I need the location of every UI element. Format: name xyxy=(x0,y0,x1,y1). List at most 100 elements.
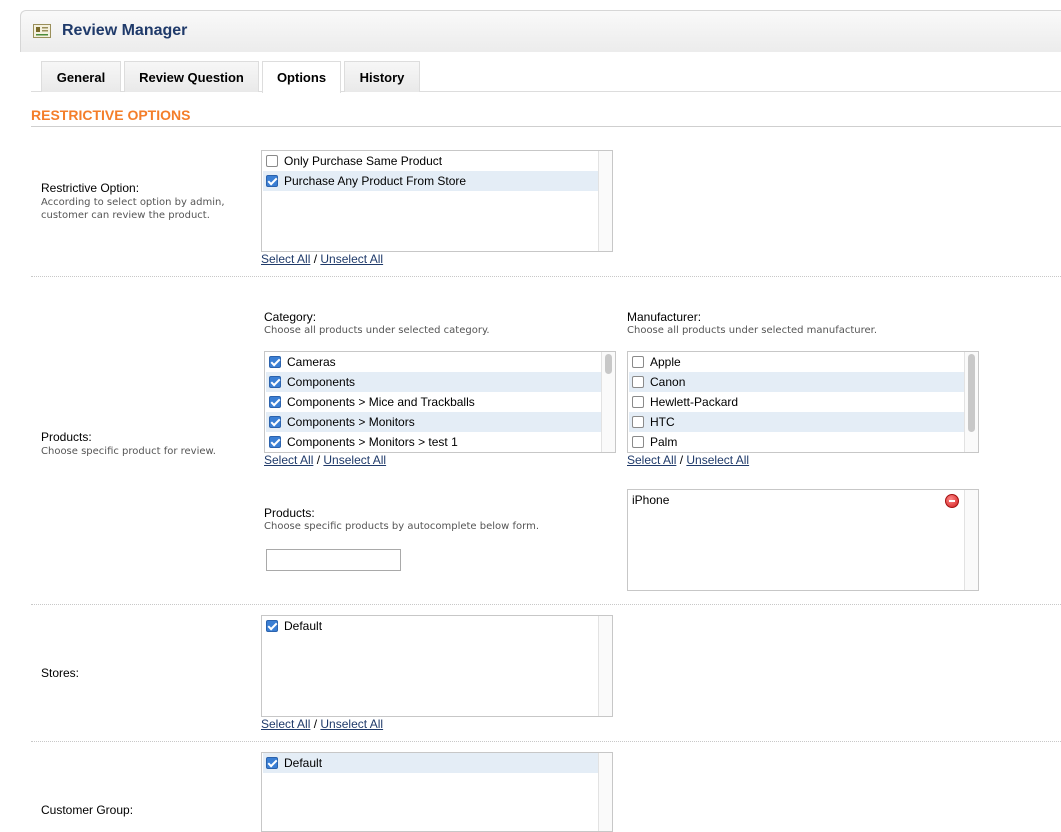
store-item[interactable]: Default xyxy=(263,616,598,636)
unselect-all-link[interactable]: Unselect All xyxy=(320,717,383,731)
manufacturer-item[interactable]: Hewlett-Packard xyxy=(629,392,964,412)
checkbox[interactable] xyxy=(266,757,278,769)
restrictive-option-list[interactable]: Only Purchase Same Product Purchase Any … xyxy=(261,150,613,252)
select-all-link[interactable]: Select All xyxy=(261,252,310,266)
scrollbar-thumb[interactable] xyxy=(968,354,975,432)
checkbox[interactable] xyxy=(632,416,644,428)
option-label: Only Purchase Same Product xyxy=(284,154,443,168)
selected-products-list[interactable]: iPhone xyxy=(627,489,979,591)
option-label: Canon xyxy=(650,375,686,389)
stores-label: Stores: xyxy=(41,666,80,680)
customer-group-list[interactable]: Default xyxy=(261,752,613,832)
manufacturer-item[interactable]: Canon xyxy=(629,372,964,392)
option-label: Components > Monitors > test 1 xyxy=(287,435,458,449)
option-label: Components xyxy=(287,375,356,389)
customer-group-item[interactable]: Default xyxy=(263,753,598,773)
select-all-link[interactable]: Select All xyxy=(264,453,313,467)
option-label: HTC xyxy=(650,415,675,429)
unselect-all-link[interactable]: Unselect All xyxy=(323,453,386,467)
remove-product-icon[interactable] xyxy=(945,494,959,508)
scrollbar[interactable] xyxy=(598,753,612,831)
checkbox[interactable] xyxy=(632,436,644,448)
module-icon xyxy=(33,24,51,38)
link-separator: / xyxy=(316,453,321,467)
option-label: Apple xyxy=(650,355,681,369)
checkbox[interactable] xyxy=(632,376,644,388)
product-name: iPhone xyxy=(632,493,670,507)
category-title: Category: xyxy=(264,310,317,324)
scrollbar-thumb[interactable] xyxy=(605,354,612,374)
stores-select-links: Select All / Unselect All xyxy=(261,717,383,731)
checkbox[interactable] xyxy=(269,416,281,428)
manufacturer-item[interactable]: HTC xyxy=(629,412,964,432)
checkbox[interactable] xyxy=(632,396,644,408)
category-select-links: Select All / Unselect All xyxy=(264,453,386,467)
page-heading: Review Manager xyxy=(20,10,1061,52)
link-separator: / xyxy=(313,252,318,266)
section-divider xyxy=(31,126,1061,127)
link-separator: / xyxy=(679,453,684,467)
restrictive-select-links: Select All / Unselect All xyxy=(261,252,383,266)
tab-review-question[interactable]: Review Question xyxy=(124,61,259,92)
option-label: Components > Mice and Trackballs xyxy=(287,395,475,409)
scrollbar[interactable] xyxy=(598,151,612,251)
option-label: Purchase Any Product From Store xyxy=(284,174,467,188)
checkbox[interactable] xyxy=(266,620,278,632)
restrictive-option-item[interactable]: Purchase Any Product From Store xyxy=(263,171,598,191)
select-all-link[interactable]: Select All xyxy=(627,453,676,467)
option-label: Palm xyxy=(650,435,678,449)
category-item[interactable]: Components > Monitors > test 1 xyxy=(266,432,601,452)
checkbox[interactable] xyxy=(269,396,281,408)
scrollbar[interactable] xyxy=(964,490,978,590)
tab-general[interactable]: General xyxy=(41,61,121,92)
products-label: Products: xyxy=(41,430,92,444)
scrollbar[interactable] xyxy=(964,352,978,452)
products-help: Choose specific product for review. xyxy=(41,446,216,457)
category-item[interactable]: Components > Mice and Trackballs xyxy=(266,392,601,412)
scrollbar[interactable] xyxy=(598,616,612,716)
checkbox[interactable] xyxy=(266,175,278,187)
row-divider xyxy=(31,276,1061,277)
option-label: Cameras xyxy=(287,355,336,369)
link-separator: / xyxy=(313,717,318,731)
selected-product-item: iPhone xyxy=(629,490,964,510)
product-autocomplete-input[interactable] xyxy=(266,549,401,571)
checkbox[interactable] xyxy=(632,356,644,368)
scrollbar[interactable] xyxy=(601,352,615,452)
category-item[interactable]: Cameras xyxy=(266,352,601,372)
option-label: Default xyxy=(284,619,323,633)
manufacturer-select-links: Select All / Unselect All xyxy=(627,453,749,467)
unselect-all-link[interactable]: Unselect All xyxy=(686,453,749,467)
section-title: RESTRICTIVE OPTIONS xyxy=(31,107,191,123)
checkbox[interactable] xyxy=(269,356,281,368)
specific-products-help: Choose specific products by autocomplete… xyxy=(264,521,539,532)
tab-options[interactable]: Options xyxy=(262,61,341,93)
row-divider xyxy=(31,604,1061,605)
option-label: Components > Monitors xyxy=(287,415,415,429)
row-divider xyxy=(31,741,1061,742)
restrictive-option-label: Restrictive Option: xyxy=(41,181,140,195)
manufacturer-item[interactable]: Palm xyxy=(629,432,964,452)
category-list[interactable]: Cameras Components Components > Mice and… xyxy=(264,351,616,453)
tab-history[interactable]: History xyxy=(344,61,420,92)
specific-products-title: Products: xyxy=(264,506,315,520)
select-all-link[interactable]: Select All xyxy=(261,717,310,731)
option-label: Default xyxy=(284,756,323,770)
restrictive-option-item[interactable]: Only Purchase Same Product xyxy=(263,151,598,171)
customer-group-label: Customer Group: xyxy=(41,803,134,817)
stores-list[interactable]: Default xyxy=(261,615,613,717)
unselect-all-link[interactable]: Unselect All xyxy=(320,252,383,266)
checkbox[interactable] xyxy=(269,376,281,388)
option-label: Hewlett-Packard xyxy=(650,395,739,409)
manufacturer-item[interactable]: Apple xyxy=(629,352,964,372)
category-item[interactable]: Components > Monitors xyxy=(266,412,601,432)
category-item[interactable]: Components xyxy=(266,372,601,392)
checkbox[interactable] xyxy=(266,155,278,167)
manufacturer-list[interactable]: Apple Canon Hewlett-Packard HTC Palm xyxy=(627,351,979,453)
manufacturer-help: Choose all products under selected manuf… xyxy=(627,325,878,336)
manufacturer-title: Manufacturer: xyxy=(627,310,702,324)
restrictive-option-help: According to select option by admin, cus… xyxy=(41,197,225,221)
page-title: Review Manager xyxy=(62,22,188,39)
category-help: Choose all products under selected categ… xyxy=(264,325,490,336)
checkbox[interactable] xyxy=(269,436,281,448)
